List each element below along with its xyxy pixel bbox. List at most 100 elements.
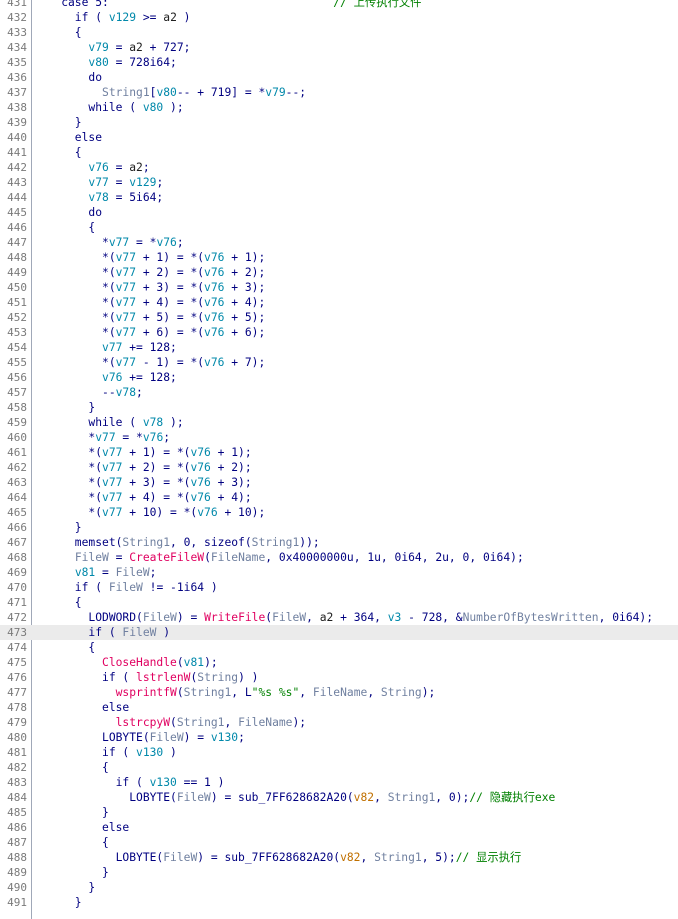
code-line[interactable]: 489 } [0, 865, 678, 880]
code-line[interactable]: 466 } [0, 520, 678, 535]
code-text[interactable]: while ( v80 ); [34, 100, 183, 115]
code-text[interactable]: *(v77 + 2) = *(v76 + 2); [34, 460, 251, 475]
code-line[interactable]: 455 *(v77 - 1) = *(v76 + 7); [0, 355, 678, 370]
code-text[interactable]: *(v77 + 6) = *(v76 + 6); [34, 325, 265, 340]
code-line[interactable]: 461 *(v77 + 1) = *(v76 + 1); [0, 445, 678, 460]
code-text[interactable]: *v77 = *v76; [34, 235, 184, 250]
code-line[interactable]: 437 String1[v80-- + 719] = *v79--; [0, 85, 678, 100]
code-line[interactable]: 439 } [0, 115, 678, 130]
code-text[interactable]: } [34, 115, 82, 130]
code-line[interactable]: 431 case 5: // 上传执行文件 [0, 0, 678, 10]
code-line[interactable]: 484 LOBYTE(FileW) = sub_7FF628682A20(v82… [0, 790, 678, 805]
code-text[interactable]: *(v77 + 10) = *(v76 + 10); [34, 505, 265, 520]
code-line[interactable]: 447 *v77 = *v76; [0, 235, 678, 250]
code-line[interactable]: 465 *(v77 + 10) = *(v76 + 10); [0, 505, 678, 520]
code-line[interactable]: 445 do [0, 205, 678, 220]
code-text[interactable]: while ( v78 ); [34, 415, 183, 430]
code-text[interactable]: LODWORD(FileW) = WriteFile(FileW, a2 + 3… [34, 610, 653, 625]
code-line[interactable]: 435 v80 = 728i64; [0, 55, 678, 70]
code-line[interactable]: 440 else [0, 130, 678, 145]
code-line[interactable]: 457 --v78; [0, 385, 678, 400]
code-line[interactable]: 452 *(v77 + 5) = *(v76 + 5); [0, 310, 678, 325]
code-line[interactable]: 438 while ( v80 ); [0, 100, 678, 115]
code-line[interactable]: 443 v77 = v129; [0, 175, 678, 190]
code-text[interactable]: String1[v80-- + 719] = *v79--; [34, 85, 306, 100]
code-line[interactable]: 434 v79 = a2 + 727; [0, 40, 678, 55]
code-text[interactable]: *(v77 + 2) = *(v76 + 2); [34, 265, 265, 280]
code-line[interactable]: 448 *(v77 + 1) = *(v76 + 1); [0, 250, 678, 265]
code-text[interactable]: lstrcpyW(String1, FileName); [34, 715, 306, 730]
code-text[interactable]: v78 = 5i64; [34, 190, 163, 205]
code-text[interactable]: do [34, 205, 102, 220]
code-line[interactable]: 488 LOBYTE(FileW) = sub_7FF628682A20(v82… [0, 850, 678, 865]
code-line[interactable]: 458 } [0, 400, 678, 415]
code-line[interactable]: 444 v78 = 5i64; [0, 190, 678, 205]
code-text[interactable]: } [34, 805, 109, 820]
code-line[interactable]: 441 { [0, 145, 678, 160]
code-line[interactable]: 490 } [0, 880, 678, 895]
code-text[interactable]: *(v77 + 1) = *(v76 + 1); [34, 445, 251, 460]
code-line[interactable]: 470 if ( FileW != -1i64 ) [0, 580, 678, 595]
code-text[interactable]: { [34, 595, 82, 610]
code-text[interactable]: } [34, 520, 82, 535]
code-text[interactable]: *(v77 + 5) = *(v76 + 5); [34, 310, 265, 325]
code-text[interactable]: if ( v129 >= a2 ) [34, 10, 191, 25]
code-line[interactable]: 472 LODWORD(FileW) = WriteFile(FileW, a2… [0, 610, 678, 625]
code-line[interactable]: 463 *(v77 + 3) = *(v76 + 3); [0, 475, 678, 490]
code-line[interactable]: 464 *(v77 + 4) = *(v76 + 4); [0, 490, 678, 505]
code-text[interactable]: *(v77 + 4) = *(v76 + 4); [34, 295, 265, 310]
code-line[interactable]: 449 *(v77 + 2) = *(v76 + 2); [0, 265, 678, 280]
code-text[interactable]: { [34, 835, 109, 850]
code-line[interactable]: 456 v76 += 128; [0, 370, 678, 385]
code-text[interactable]: --v78; [34, 385, 143, 400]
code-line[interactable]: 471 { [0, 595, 678, 610]
code-line[interactable]: 485 } [0, 805, 678, 820]
code-text[interactable]: else [34, 130, 102, 145]
code-line[interactable]: 479 lstrcpyW(String1, FileName); [0, 715, 678, 730]
code-text[interactable]: v79 = a2 + 727; [34, 40, 190, 55]
code-text[interactable]: } [34, 895, 82, 910]
code-text[interactable]: *(v77 + 3) = *(v76 + 3); [34, 280, 265, 295]
code-text[interactable]: if ( v130 ) [34, 745, 177, 760]
code-line[interactable]: 469 v81 = FileW; [0, 565, 678, 580]
code-line[interactable]: 478 else [0, 700, 678, 715]
code-text[interactable]: } [34, 400, 95, 415]
code-text[interactable]: case 5: // 上传执行文件 [34, 0, 421, 10]
code-line[interactable]: 482 { [0, 760, 678, 775]
code-text[interactable]: if ( FileW != -1i64 ) [34, 580, 218, 595]
code-line[interactable]: 481 if ( v130 ) [0, 745, 678, 760]
code-text[interactable]: { [34, 145, 82, 160]
code-text[interactable]: else [34, 700, 129, 715]
code-line[interactable]: 487 { [0, 835, 678, 850]
code-text[interactable]: v80 = 728i64; [34, 55, 176, 70]
code-text[interactable]: FileW = CreateFileW(FileName, 0x40000000… [34, 550, 524, 565]
code-text[interactable]: LOBYTE(FileW) = v130; [34, 730, 245, 745]
code-text[interactable]: v76 = a2; [34, 160, 149, 175]
code-text[interactable]: v77 += 128; [34, 340, 177, 355]
code-text[interactable]: v76 += 128; [34, 370, 177, 385]
code-text[interactable]: if ( v130 == 1 ) [34, 775, 225, 790]
code-line[interactable]: 474 { [0, 640, 678, 655]
code-line[interactable]: 433 { [0, 25, 678, 40]
code-text[interactable]: { [34, 25, 82, 40]
code-text[interactable]: LOBYTE(FileW) = sub_7FF628682A20(v82, St… [34, 850, 522, 865]
code-line[interactable]: 480 LOBYTE(FileW) = v130; [0, 730, 678, 745]
code-line[interactable]: 475 CloseHandle(v81); [0, 655, 678, 670]
code-line[interactable]: 476 if ( lstrlenW(String) ) [0, 670, 678, 685]
code-text[interactable]: else [34, 820, 129, 835]
code-text[interactable]: v77 = v129; [34, 175, 163, 190]
code-line[interactable]: 460 *v77 = *v76; [0, 430, 678, 445]
code-line[interactable]: 446 { [0, 220, 678, 235]
code-line-current[interactable]: 473 if ( FileW ) [0, 625, 678, 640]
code-text[interactable]: if ( FileW ) [34, 625, 170, 640]
code-text[interactable]: *(v77 + 4) = *(v76 + 4); [34, 490, 251, 505]
code-line[interactable]: 486 else [0, 820, 678, 835]
code-line[interactable]: 432 if ( v129 >= a2 ) [0, 10, 678, 25]
code-text[interactable]: } [34, 865, 109, 880]
code-text[interactable]: *(v77 + 1) = *(v76 + 1); [34, 250, 265, 265]
code-line[interactable]: 451 *(v77 + 4) = *(v76 + 4); [0, 295, 678, 310]
pseudocode-editor[interactable]: 431 case 5: // 上传执行文件 432 if ( v129 >= a2… [0, 0, 678, 919]
code-line[interactable]: 468 FileW = CreateFileW(FileName, 0x4000… [0, 550, 678, 565]
code-text[interactable]: memset(String1, 0, sizeof(String1)); [34, 535, 320, 550]
code-text[interactable]: { [34, 640, 95, 655]
